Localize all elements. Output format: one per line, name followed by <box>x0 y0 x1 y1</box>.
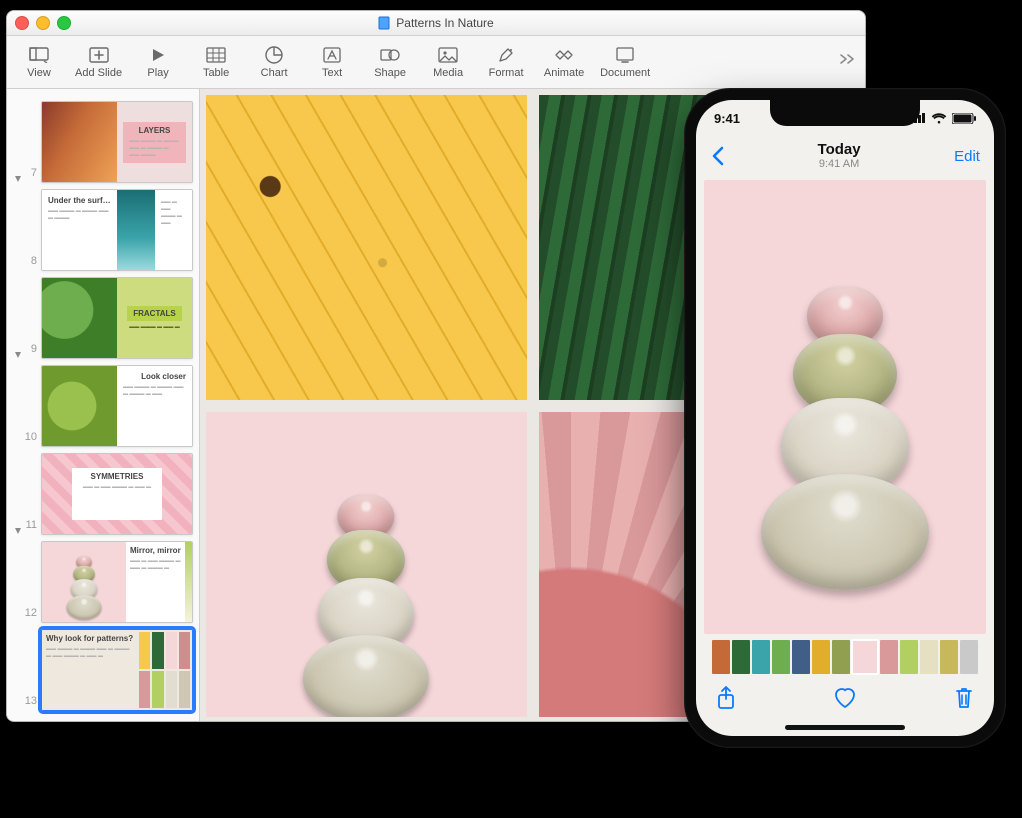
play-icon <box>147 45 169 65</box>
slide-number: 10 <box>24 431 37 443</box>
document-button[interactable]: Document <box>600 45 650 79</box>
photo-scrubber[interactable] <box>704 640 986 674</box>
toolbar: View Add Slide Play Table Chart Text Sha… <box>7 36 865 89</box>
edit-button[interactable]: Edit <box>954 148 980 165</box>
trash-button[interactable] <box>954 686 974 710</box>
view-button[interactable]: View <box>17 45 61 79</box>
slide-number: 7 <box>24 167 37 179</box>
iphone-device: 9:41 Today 9:41 AM Edit <box>684 88 1006 748</box>
shape-icon <box>379 45 401 65</box>
back-button[interactable] <box>710 146 724 166</box>
slide-number: 8 <box>24 255 37 267</box>
document-icon <box>614 45 636 65</box>
shape-button[interactable]: Shape <box>368 45 412 79</box>
window-controls <box>15 16 71 30</box>
photos-app-screen: 9:41 Today 9:41 AM Edit <box>696 100 994 736</box>
wifi-icon <box>931 113 947 124</box>
chart-icon <box>263 45 285 65</box>
nav-title: Today <box>818 142 861 159</box>
animate-button[interactable]: Animate <box>542 45 586 79</box>
text-button[interactable]: Text <box>310 45 354 79</box>
slide-thumbnail-selected[interactable]: 13 Why look for patterns? ▬▬ ▬▬▬ ▬ ▬▬▬ ▬… <box>13 629 193 711</box>
nav-subtitle: 9:41 AM <box>818 158 861 170</box>
table-icon <box>205 45 227 65</box>
battery-icon <box>952 113 976 124</box>
slide-number: 12 <box>24 607 37 619</box>
favorite-button[interactable] <box>833 687 857 709</box>
status-time: 9:41 <box>714 111 740 126</box>
minimize-button[interactable] <box>36 16 50 30</box>
chart-button[interactable]: Chart <box>252 45 296 79</box>
media-icon <box>437 45 459 65</box>
share-button[interactable] <box>716 686 736 710</box>
text-icon <box>321 45 343 65</box>
format-icon <box>495 45 517 65</box>
window-title: Patterns In Nature <box>396 16 493 30</box>
disclosure-icon[interactable] <box>13 351 22 359</box>
disclosure-icon[interactable] <box>13 527 22 535</box>
slide-thumbnail[interactable]: 12 Mirror, mirror ▬▬ ▬ ▬▬ ▬▬▬ ▬ ▬▬ ▬ ▬▬▬… <box>13 541 193 623</box>
zoom-button[interactable] <box>57 16 71 30</box>
canvas-image-urchins[interactable] <box>206 412 527 717</box>
disclosure-icon[interactable] <box>13 175 22 183</box>
play-button[interactable]: Play <box>136 45 180 79</box>
animate-icon <box>553 45 575 65</box>
slide-thumbnail[interactable]: 8 Under the surface ▬▬ ▬▬▬ ▬ ▬▬▬ ▬▬ ▬ ▬▬… <box>13 189 193 271</box>
format-button[interactable]: Format <box>484 45 528 79</box>
document-icon <box>378 16 390 30</box>
notch <box>770 100 920 126</box>
photos-toolbar <box>696 678 994 718</box>
plus-icon <box>88 45 110 65</box>
toolbar-overflow-icon[interactable] <box>837 52 857 66</box>
slide-number: 9 <box>24 343 37 355</box>
media-button[interactable]: Media <box>426 45 470 79</box>
view-icon <box>28 45 50 65</box>
home-indicator[interactable] <box>785 725 905 730</box>
add-slide-button[interactable]: Add Slide <box>75 45 122 79</box>
photo-viewer[interactable] <box>704 180 986 634</box>
slide-thumbnail[interactable]: 9 FRACTALS ▬▬ ▬▬▬ ▬ ▬▬ ▬ <box>13 277 193 359</box>
slide-navigator[interactable]: 7 LAYERS ▬▬ ▬▬▬ ▬ ▬▬▬ ▬▬ ▬ ▬▬▬ ▬ ▬▬ ▬▬▬ <box>7 89 200 722</box>
titlebar[interactable]: Patterns In Nature <box>7 11 865 36</box>
photos-nav-bar: Today 9:41 AM Edit <box>696 136 994 176</box>
slide-thumbnail[interactable]: 7 LAYERS ▬▬ ▬▬▬ ▬ ▬▬▬ ▬▬ ▬ ▬▬▬ ▬ ▬▬ ▬▬▬ <box>13 101 193 183</box>
slide-number: 11 <box>24 519 37 531</box>
slide-thumbnail[interactable]: 11 SYMMETRIES ▬▬ ▬ ▬▬ ▬▬▬ ▬ ▬▬ ▬ <box>13 453 193 535</box>
canvas-image-honeycomb[interactable] <box>206 95 527 400</box>
slide-thumbnail[interactable]: 10 Look closer ▬▬ ▬▬▬ ▬ ▬▬▬ ▬▬ ▬ ▬▬▬ ▬ ▬… <box>13 365 193 447</box>
close-button[interactable] <box>15 16 29 30</box>
table-button[interactable]: Table <box>194 45 238 79</box>
slide-number: 13 <box>24 695 37 707</box>
